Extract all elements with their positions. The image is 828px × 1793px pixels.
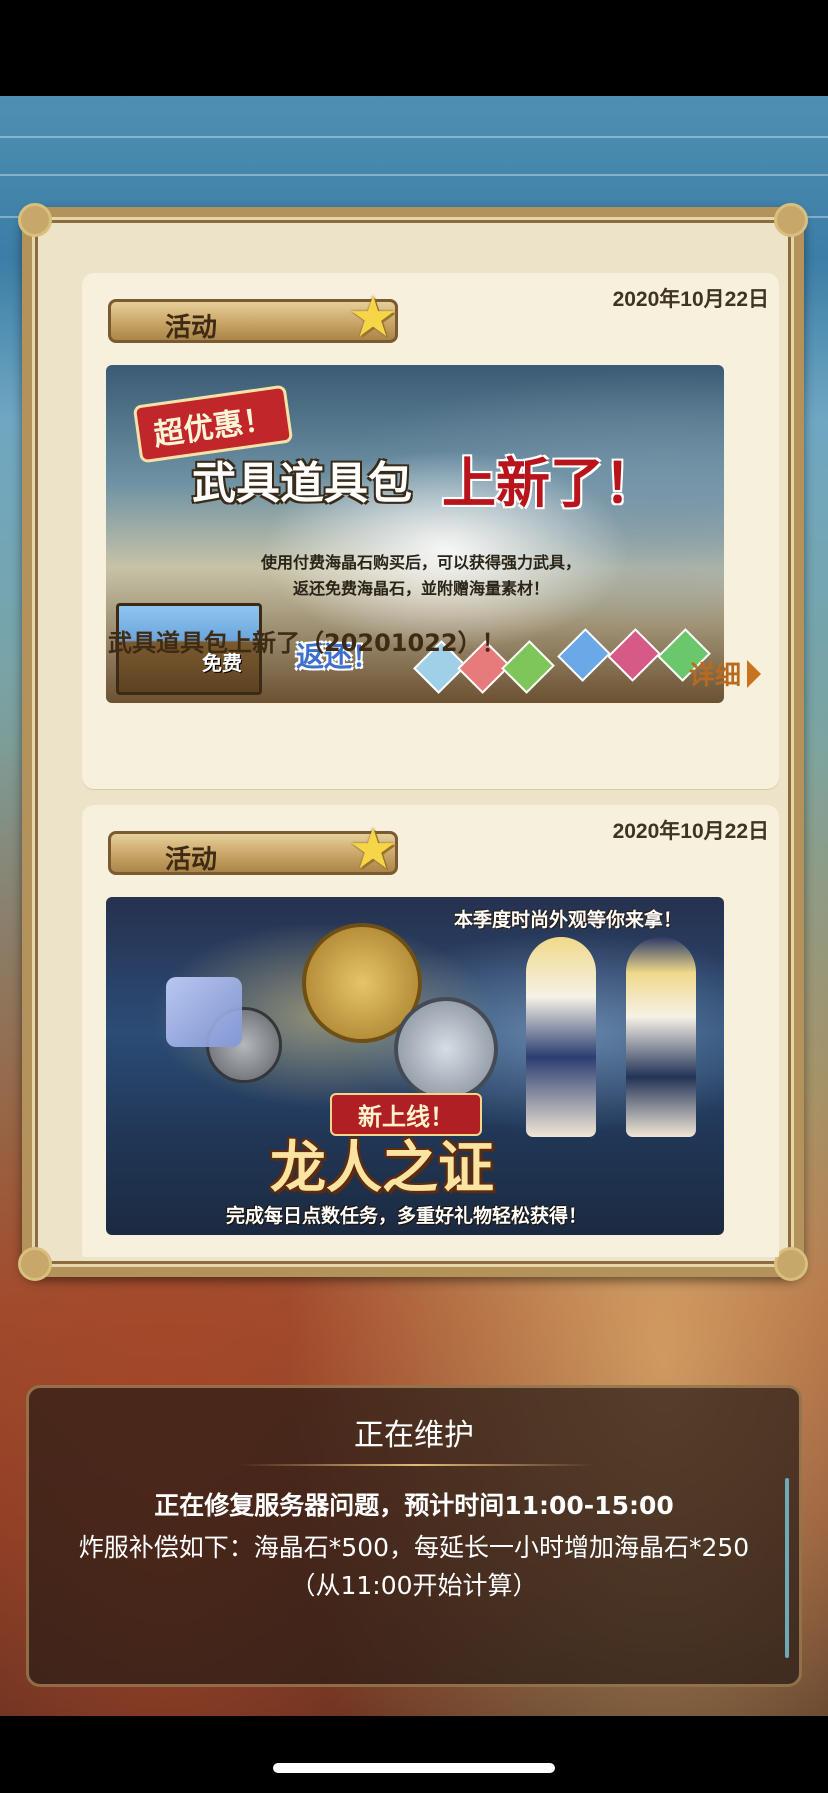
gem-icon: [607, 628, 661, 682]
notice-date: 2020年10月22日: [612, 288, 769, 311]
event-banner[interactable]: 本季度时尚外观等你来拿！ 新上线！ 龙人之证 完成每日点数任务，多重好礼物轻松获…: [106, 897, 724, 1235]
banner-title-right: 上新了！: [442, 452, 658, 515]
frame-corner-ornament: [18, 1247, 52, 1281]
category-tag: 活动 ★: [108, 820, 398, 880]
detail-label: 详细: [688, 661, 741, 691]
category-label: 活动: [165, 313, 218, 343]
maintenance-line: 炸服补偿如下：海晶石*500，每延长一小时增加海晶石*250: [78, 1533, 750, 1562]
detail-arrow-icon: [747, 659, 761, 688]
character-figure: [526, 937, 596, 1137]
maintenance-panel: 正在维护 正在修复服务器问题，预计时间11:00-15:00 炸服补偿如下：海晶…: [26, 1385, 802, 1687]
gem-icon: [557, 628, 611, 682]
maintenance-line: （从11:00开始计算）: [290, 1571, 538, 1600]
silver-medal-image: [394, 997, 498, 1101]
notice-list[interactable]: 2020年10月22日 活动 ★ 超优惠！ 武具道具包 上新了！ 使用付费海晶石…: [82, 267, 779, 1257]
crystal-pile-image: [166, 977, 242, 1047]
banner-desc-line: 返还免费海晶石，並附赠海量素材！: [292, 579, 549, 598]
category-tag: 活动 ★: [108, 288, 398, 348]
banner-caption: 本季度时尚外观等你来拿！: [454, 909, 683, 931]
notice-title: 武具道具包上新了（20201022）！: [108, 629, 506, 657]
detail-button[interactable]: 详细: [689, 655, 761, 692]
notice-date: 2020年10月22日: [612, 820, 769, 843]
category-label: 活动: [165, 845, 218, 875]
frame-corner-ornament: [18, 203, 52, 237]
frame-corner-ornament: [774, 1247, 808, 1281]
banner-subtitle: 完成每日点数任务，多重好礼物轻松获得！: [226, 1205, 588, 1227]
banner-title: 龙人之证: [270, 1136, 494, 1201]
notice-card[interactable]: 2020年10月22日 活动 ★ 本季度时尚外观等你来拿！ 新上线！ 龙人之证 …: [82, 805, 779, 1257]
gem-icon: [501, 640, 555, 694]
frame-corner-ornament: [774, 203, 808, 237]
divider: [239, 1464, 595, 1466]
notice-card[interactable]: 2020年10月22日 活动 ★ 超优惠！ 武具道具包 上新了！ 使用付费海晶石…: [82, 273, 779, 789]
maintenance-title: 正在维护: [354, 1418, 474, 1453]
scrollbar[interactable]: [785, 1478, 789, 1658]
notice-frame: 2020年10月22日 活动 ★ 超优惠！ 武具道具包 上新了！ 使用付费海晶石…: [18, 203, 808, 1281]
star-icon: ★: [347, 285, 399, 350]
character-figure: [626, 937, 696, 1137]
home-indicator[interactable]: [273, 1763, 555, 1773]
banner-title-left: 武具道具包: [192, 458, 412, 509]
maintenance-line: 正在修复服务器问题，预计时间11:00-15:00: [154, 1491, 674, 1520]
star-icon: ★: [347, 817, 399, 882]
banner-description: 使用付费海晶石购买后，可以获得强力武具， 返还免费海晶石，並附赠海量素材！: [226, 550, 616, 602]
banner-desc-line: 使用付费海晶石购买后，可以获得强力武具，: [260, 553, 581, 572]
